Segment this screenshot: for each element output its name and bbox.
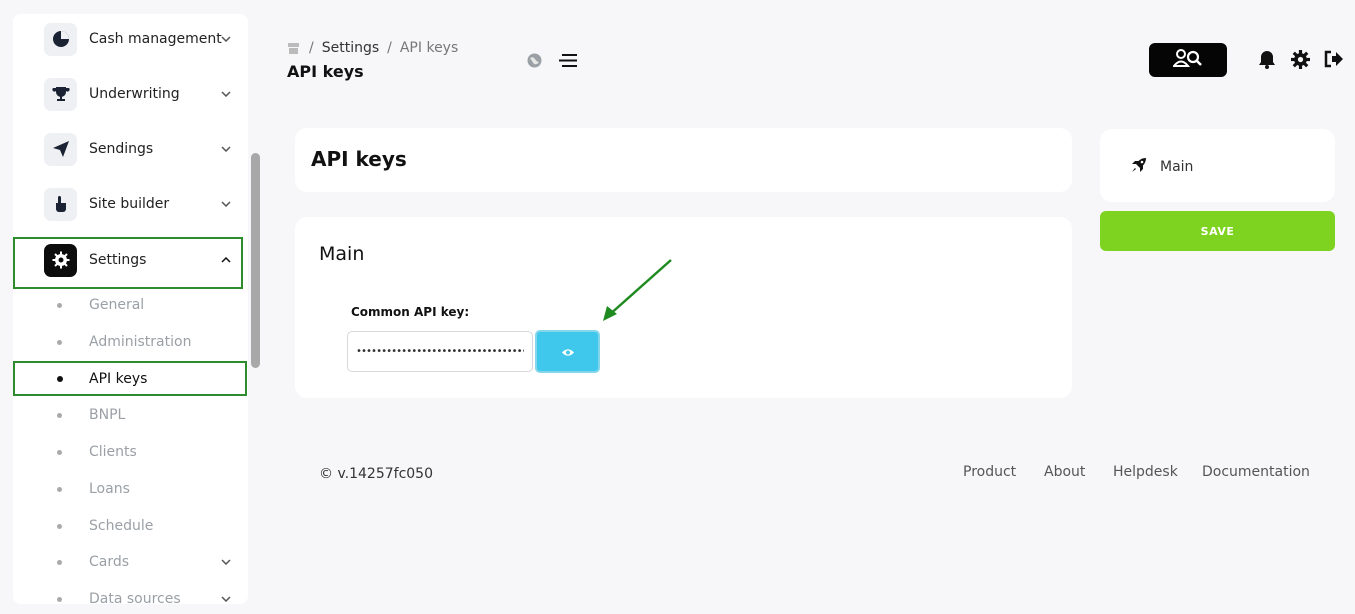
settings-item-label: Loans [89, 481, 130, 497]
bell-icon[interactable] [1257, 49, 1277, 69]
sidebar-scrollbar[interactable] [251, 153, 260, 368]
sidebar-item-label: Cash management [89, 31, 222, 47]
trophy-icon [44, 77, 77, 111]
menu-toggle-icon[interactable] [558, 53, 578, 68]
settings-item-label: Clients [89, 444, 137, 460]
footer-link-product[interactable]: Product [963, 464, 1016, 480]
chevron-down-icon [219, 142, 233, 156]
logout-icon[interactable] [1323, 49, 1343, 69]
bullet-icon [57, 596, 62, 602]
version-label: © v.14257fc050 [319, 466, 433, 482]
breadcrumb: / Settings / API keys [287, 40, 458, 56]
user-search-icon [1171, 48, 1203, 72]
settings-item-label: Schedule [89, 518, 154, 534]
settings-item-general[interactable]: General [13, 290, 248, 320]
chevron-down-icon [219, 197, 233, 211]
settings-item-label: Cards [89, 554, 130, 570]
settings-item-label: BNPL [89, 407, 126, 423]
chevron-down-icon [219, 592, 233, 604]
title-card [295, 128, 1072, 192]
bullet-icon [57, 449, 62, 455]
settings-item-clients[interactable]: Clients [13, 437, 248, 467]
settings-item-cards[interactable]: Cards [13, 547, 248, 577]
breadcrumb-separator: / [387, 40, 392, 56]
settings-item-bnpl[interactable]: BNPL [13, 400, 248, 430]
save-button[interactable]: SAVE [1100, 211, 1335, 251]
api-key-input[interactable] [347, 331, 533, 372]
api-key-label: Common API key: [351, 305, 470, 319]
bullet-icon [57, 302, 62, 308]
sidebar-item-label: Underwriting [89, 86, 180, 102]
side-nav-item-label: Main [1160, 159, 1194, 175]
pointer-hand-icon [44, 187, 77, 221]
bullet-icon [57, 523, 62, 529]
settings-item-label: General [89, 297, 145, 313]
card-title: API keys [311, 147, 407, 171]
annotation-arrow [603, 259, 672, 321]
paper-plane-icon [44, 132, 77, 166]
sidebar-item-label: Sendings [89, 141, 154, 157]
breadcrumb-separator: / [309, 40, 314, 56]
pie-chart-icon [44, 22, 77, 56]
chevron-down-icon [219, 87, 233, 101]
page-title: API keys [287, 62, 364, 81]
eye-icon [561, 342, 575, 361]
sidebar-item-label: Site builder [89, 196, 170, 212]
settings-item-data-sources[interactable]: Data sources [13, 584, 248, 604]
footer-link-documentation[interactable]: Documentation [1202, 464, 1310, 480]
side-nav-item-main[interactable]: Main [1130, 156, 1193, 178]
breadcrumb-api-keys: API keys [399, 40, 459, 56]
footer-link-helpdesk[interactable]: Helpdesk [1113, 464, 1178, 480]
sidebar-item-site-builder[interactable]: Site builder [13, 179, 248, 229]
sidebar-item-cash-management[interactable]: Cash management [13, 14, 248, 64]
settings-item-label: Administration [89, 334, 192, 350]
bullet-icon [57, 339, 62, 345]
settings-highlight-box [13, 237, 243, 289]
gear-icon[interactable] [1290, 49, 1310, 69]
chevron-down-icon [219, 32, 233, 46]
sidebar-item-sendings[interactable]: Sendings [13, 124, 248, 174]
settings-item-loans[interactable]: Loans [13, 474, 248, 504]
section-title: Main [319, 243, 365, 265]
chevron-down-icon [219, 555, 233, 569]
rocket-icon [1130, 156, 1148, 178]
footer-link-about[interactable]: About [1044, 464, 1085, 480]
show-key-button[interactable] [535, 330, 600, 373]
sidebar: Cash management Underwriting Sendings Si… [13, 14, 248, 604]
bullet-icon [57, 559, 62, 565]
sidebar-item-underwriting[interactable]: Underwriting [13, 69, 248, 119]
user-search-button[interactable] [1149, 43, 1227, 77]
bullet-icon [57, 412, 62, 418]
settings-item-label: Data sources [89, 591, 181, 604]
globe-icon[interactable] [527, 53, 542, 68]
settings-item-schedule[interactable]: Schedule [13, 511, 248, 541]
api-keys-highlight-box [13, 361, 247, 396]
settings-item-administration[interactable]: Administration [13, 327, 248, 357]
home-icon[interactable] [287, 41, 301, 55]
breadcrumb-settings[interactable]: Settings [322, 40, 379, 56]
bullet-icon [57, 486, 62, 492]
